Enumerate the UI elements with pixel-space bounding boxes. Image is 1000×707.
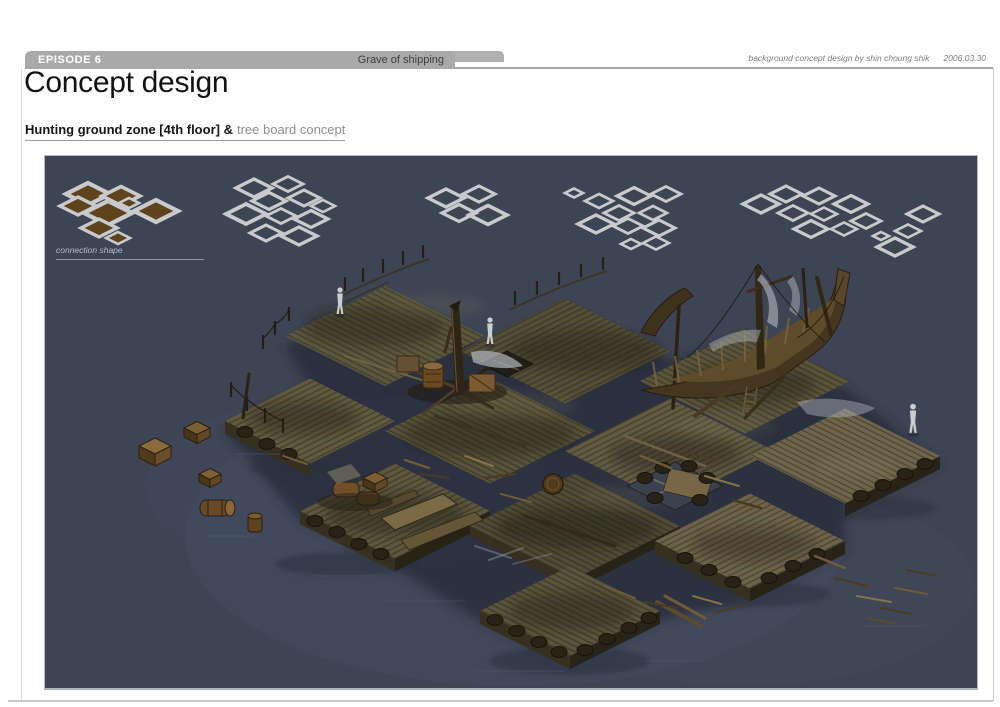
connection-shape-label: connection shape [56, 245, 204, 260]
panel-shadow [44, 688, 978, 690]
connection-shape-variant-2 [226, 177, 335, 246]
page-title: Concept design [24, 66, 228, 100]
connection-shape-label-text: connection shape [56, 245, 123, 255]
connection-shape-variant-3 [428, 186, 507, 225]
connection-patterns [45, 156, 977, 688]
page-bottom-rule [8, 700, 993, 702]
page-border-left [21, 68, 22, 701]
episode-bar: EPISODE 6 Grave of shipping [25, 51, 455, 69]
credit-date: 2006.03.30 [943, 53, 986, 63]
subtitle-primary: Hunting ground zone [4th floor] & [25, 122, 233, 137]
section-title: Grave of shipping [358, 54, 444, 66]
credit-text: background concept design by shin choung… [748, 53, 929, 63]
connection-shape-variant-5 [743, 186, 939, 256]
credit-line: background concept design by shin choung… [500, 53, 986, 63]
concept-board: connection shape [44, 155, 978, 689]
episode-label: EPISODE 6 [38, 54, 101, 66]
connection-shape-filled [60, 183, 178, 244]
concept-sheet-page: EPISODE 6 Grave of shipping background c… [0, 0, 1000, 707]
subtitle-secondary: tree board concept [237, 122, 345, 137]
subtitle: Hunting ground zone [4th floor] & tree bo… [25, 122, 345, 141]
connection-shape-variant-4 [565, 187, 681, 250]
page-border-right [993, 68, 994, 701]
